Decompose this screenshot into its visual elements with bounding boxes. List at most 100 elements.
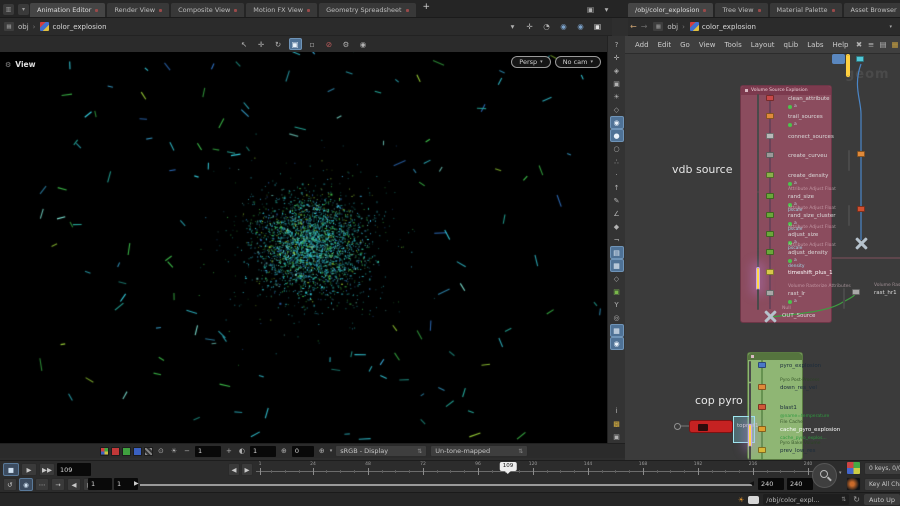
tab-composite-view[interactable]: Composite View	[171, 3, 244, 17]
keys-summary-button[interactable]: 0 keys, 0/0 chan	[864, 462, 900, 475]
node-body[interactable]	[749, 403, 751, 424]
menu-labs[interactable]: Labs	[803, 41, 827, 49]
smooth-shading-icon[interactable]: ●	[610, 129, 624, 142]
node-connect-sources[interactable]: connect_sources	[757, 133, 759, 152]
menu-tools[interactable]: Tools	[720, 41, 745, 49]
tab-animation-editor[interactable]: Animation Editor	[30, 3, 105, 17]
contrast-icon[interactable]: ◐	[237, 447, 247, 455]
playhead[interactable]: 109	[500, 462, 517, 471]
wireframe-icon[interactable]: ○	[610, 142, 624, 155]
viewport-options-icon[interactable]: ⚙	[340, 38, 353, 50]
global-start-field[interactable]: 1	[88, 478, 112, 490]
timeline-ruler[interactable]: 124487296120144168192216240109	[256, 462, 814, 477]
flipbook-button[interactable]	[846, 477, 861, 491]
alpha-channel-swatch[interactable]	[144, 447, 153, 456]
tab-marker-icon[interactable]	[758, 9, 761, 12]
stop-button[interactable]: ■	[3, 463, 19, 476]
info-icon[interactable]: i	[610, 404, 624, 417]
node-body[interactable]	[757, 248, 759, 269]
node-body[interactable]	[749, 446, 751, 460]
tab-material-palette[interactable]: Material Palette	[770, 3, 842, 17]
tab-marker-icon[interactable]	[832, 9, 835, 12]
lut-icon[interactable]: ⊕	[317, 447, 327, 455]
scene-viewport[interactable]: ⚙ View Persp▾ No cam▾	[0, 52, 607, 443]
tab-marker-icon[interactable]	[95, 9, 98, 12]
snap-disabled-icon[interactable]: ⊘	[323, 38, 336, 50]
color-editor-button[interactable]	[846, 461, 861, 475]
node-body[interactable]	[757, 151, 759, 172]
breadcrumb-root[interactable]: obj	[665, 23, 680, 31]
particle-display-icon[interactable]: ·	[610, 168, 624, 181]
node-adjust-density[interactable]: Attribute Adjust Floatadjust_densityaden…	[757, 249, 759, 268]
handles-display-icon[interactable]: ◇	[610, 272, 624, 285]
first-person-icon[interactable]: ▫	[306, 38, 319, 50]
node-input-ring[interactable]	[674, 423, 681, 430]
node-body[interactable]	[757, 192, 759, 213]
node-timeshift-plus-1[interactable]: timeshift_plus_1	[757, 269, 759, 288]
colorspace-select[interactable]: sRGB - Display⇅	[335, 445, 427, 457]
range-slider-end-handle[interactable]: ◀	[749, 480, 754, 487]
range-slider[interactable]: ▶◀	[140, 484, 752, 486]
background-image-icon[interactable]: ▦	[610, 324, 624, 337]
render-region-icon[interactable]: ◉	[357, 38, 370, 50]
node-blast1[interactable]: blast1@name=temperature	[749, 404, 751, 423]
selection-sets-icon[interactable]: ◈	[610, 64, 624, 77]
parameters-icon[interactable]: ▤	[878, 39, 889, 51]
frame-all-icon[interactable]: ▣	[591, 21, 604, 33]
state-clock-icon[interactable]: ◔	[540, 21, 553, 33]
node-body[interactable]	[749, 425, 751, 446]
play-button[interactable]: ▶	[21, 463, 37, 476]
points-display-icon[interactable]: ∴	[610, 155, 624, 168]
center-view-icon[interactable]: ◎	[610, 311, 624, 324]
nav-forward-icon[interactable]: →	[639, 22, 650, 31]
network-list-icon[interactable]: ≡	[866, 39, 877, 51]
key-all-channels-button[interactable]: Key All Channels	[864, 478, 900, 491]
node-rast-lr[interactable]: Volume Rasterize Attributesrast_lra	[757, 290, 759, 309]
group-display-icon[interactable]: ▣	[610, 285, 624, 298]
red-channel-swatch[interactable]	[111, 447, 120, 456]
build-tools-icon[interactable]: ✖	[854, 39, 865, 51]
pan-view-icon[interactable]: ✛	[610, 51, 624, 64]
maximize-pane-icon[interactable]: ▣	[584, 3, 597, 15]
contrast-field[interactable]: 1	[250, 446, 276, 457]
green-channel-swatch[interactable]	[122, 447, 131, 456]
node-type-menu-icon[interactable]: ▦	[653, 22, 663, 31]
display-options-icon[interactable]: ▣	[610, 430, 624, 443]
pane-menu-icon[interactable]: ▥	[3, 4, 14, 15]
menu-view[interactable]: View	[695, 41, 720, 49]
timeline-zoom-button[interactable]	[812, 463, 837, 488]
tab-asset-browser[interactable]: Asset Browser	[844, 3, 900, 17]
refresh-icon[interactable]: ↻	[853, 495, 860, 504]
node-cache-pyro-explosion[interactable]: File Cachecache_pyro_explosioncache_pyro…	[749, 426, 751, 445]
network-editor[interactable]: Volume Source Explosion vdb source cop p…	[625, 54, 900, 460]
node-body[interactable]	[757, 211, 759, 232]
tab-motion-fx-view[interactable]: Motion FX View	[246, 3, 317, 17]
move-tool-icon[interactable]: ✛	[255, 38, 268, 50]
menu-qlib[interactable]: qLib	[780, 41, 803, 49]
breadcrumb-root[interactable]: obj	[16, 23, 31, 31]
tab-geometry-spreadsheet[interactable]: Geometry Spreadsheet	[319, 3, 415, 17]
rgb-channel-swatch[interactable]	[100, 447, 109, 456]
range-end-field[interactable]: 240	[758, 478, 784, 490]
color-grid-icon[interactable]: ▦	[890, 39, 900, 51]
normals-icon[interactable]: ↑	[610, 181, 624, 194]
node-rast-hr1[interactable]: Volume Rasterize At... rast_hr1	[843, 289, 845, 308]
node-create-density[interactable]: create_densitya	[757, 172, 759, 191]
status-path-select[interactable]: /obj/color_expl...⇅	[763, 494, 849, 505]
tab-marker-icon[interactable]	[406, 9, 409, 12]
lock-camera-icon[interactable]: ▣	[610, 77, 624, 90]
current-frame-field[interactable]: 109	[57, 463, 91, 476]
auto-update-select[interactable]: Auto Up	[864, 494, 900, 505]
help-icon[interactable]: ?	[610, 38, 624, 51]
snapshot-icon[interactable]: ◉	[557, 21, 570, 33]
offset-icon[interactable]: ⊕	[279, 447, 289, 455]
node-rand-size[interactable]: Attribute Adjust Floatrand_sizeapscale	[757, 193, 759, 212]
camera-selector[interactable]: No cam▾	[555, 56, 601, 68]
offset-field[interactable]: 0	[292, 446, 314, 457]
path-dropdown-icon[interactable]: ▾	[889, 24, 892, 30]
message-glow-icon[interactable]: ☀	[738, 496, 744, 504]
pivot-icon[interactable]: ◆	[610, 220, 624, 233]
node-geometry-selected[interactable]	[847, 56, 849, 75]
menu-go[interactable]: Go	[676, 41, 694, 49]
exposure-icon[interactable]: ☀	[169, 447, 179, 455]
